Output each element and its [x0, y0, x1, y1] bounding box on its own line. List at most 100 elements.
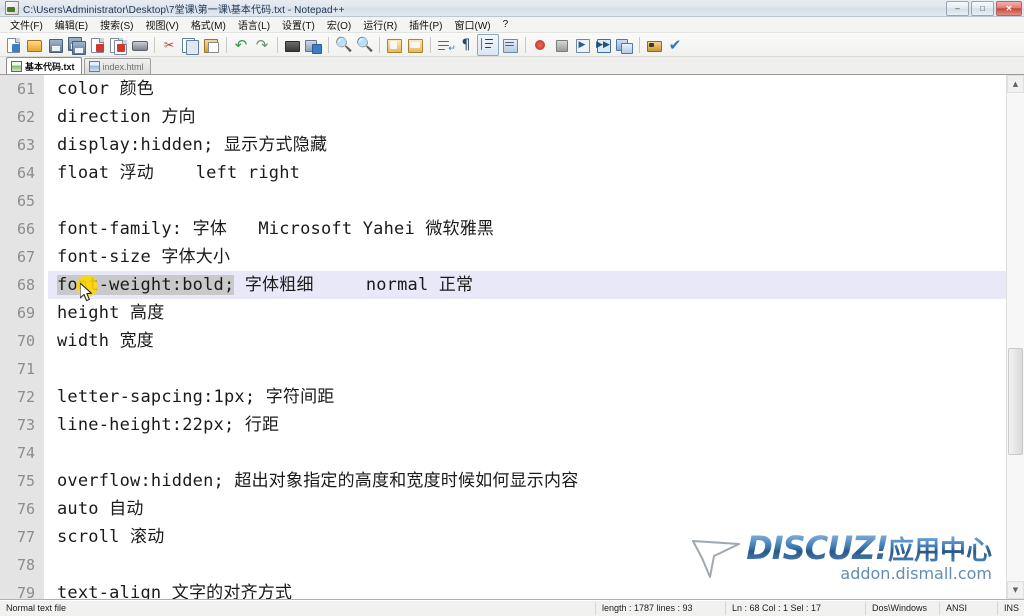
close-button[interactable]: ✕: [996, 1, 1022, 16]
word-wrap-icon: ↵: [437, 37, 456, 54]
zoom-in-button[interactable]: 🔍: [333, 35, 353, 55]
spell-check-button[interactable]: ✔: [665, 35, 685, 55]
code-line[interactable]: 74: [0, 439, 1006, 467]
menu-format[interactable]: 格式(M): [185, 16, 232, 33]
redo-button[interactable]: ↷: [252, 35, 272, 55]
menu-search[interactable]: 搜索(S): [94, 16, 139, 33]
line-text[interactable]: font-family: 字体 Microsoft Yahei 微软雅黑: [48, 215, 1006, 243]
toolbar-separator-1: [154, 36, 155, 53]
menu-view[interactable]: 视图(V): [139, 16, 184, 33]
code-line[interactable]: 75 overflow:hidden; 超出对象指定的高度和宽度时候如何显示内容: [0, 467, 1006, 495]
code-line[interactable]: 70 width 宽度: [0, 327, 1006, 355]
line-text[interactable]: line-height:22px; 行距: [48, 411, 1006, 439]
record-macro-button[interactable]: [530, 35, 550, 55]
code-line[interactable]: 67 font-size 字体大小: [0, 243, 1006, 271]
user-defined-dialog-button[interactable]: [500, 35, 520, 55]
line-text[interactable]: [48, 439, 1006, 467]
line-text[interactable]: letter-sapcing:1px; 字符间距: [48, 383, 1006, 411]
new-file-button[interactable]: [3, 35, 23, 55]
menu-macro[interactable]: 宏(O): [321, 16, 357, 33]
line-text[interactable]: width 宽度: [48, 327, 1006, 355]
run-button[interactable]: [644, 35, 664, 55]
menu-settings[interactable]: 设置(T): [276, 16, 321, 33]
editor-area: 61 color 颜色 62 direction 方向 63 display:h…: [0, 75, 1024, 600]
line-text[interactable]: overflow:hidden; 超出对象指定的高度和宽度时候如何显示内容: [48, 467, 1006, 495]
code-editor[interactable]: 61 color 颜色 62 direction 方向 63 display:h…: [0, 75, 1006, 599]
code-line[interactable]: 69 height 高度: [0, 299, 1006, 327]
tab-basic-code-txt[interactable]: 基本代码.txt: [6, 57, 82, 74]
code-line[interactable]: 64 float 浮动 left right: [0, 159, 1006, 187]
copy-button[interactable]: [180, 35, 200, 55]
save-macro-button[interactable]: [614, 35, 634, 55]
line-text[interactable]: [48, 187, 1006, 215]
menu-file[interactable]: 文件(F): [4, 16, 49, 33]
cut-button[interactable]: ✂: [159, 35, 179, 55]
sync-horizontal-scroll-button[interactable]: [405, 35, 425, 55]
playback-macro-button[interactable]: ▶: [572, 35, 592, 55]
show-all-characters-button[interactable]: ¶: [456, 35, 476, 55]
vertical-scrollbar[interactable]: ▲ ▼: [1006, 75, 1024, 599]
replace-button[interactable]: [303, 35, 323, 55]
stop-macro-button[interactable]: [551, 35, 571, 55]
menu-language[interactable]: 语言(L): [232, 16, 276, 33]
run-macro-multiple-button[interactable]: ▶▶: [593, 35, 613, 55]
line-text[interactable]: auto 自动: [48, 495, 1006, 523]
close-file-button[interactable]: [87, 35, 107, 55]
tab-index-html[interactable]: index.html: [83, 58, 151, 74]
code-line[interactable]: 65: [0, 187, 1006, 215]
line-text[interactable]: display:hidden; 显示方式隐藏: [48, 131, 1006, 159]
line-number: 73: [0, 411, 44, 439]
scroll-down-arrow-icon[interactable]: ▼: [1007, 581, 1024, 599]
line-number: 64: [0, 159, 44, 187]
vertical-scroll-thumb[interactable]: [1008, 348, 1023, 455]
zoom-out-button[interactable]: 🔍: [354, 35, 374, 55]
line-text[interactable]: color 颜色: [48, 75, 1006, 103]
line-text[interactable]: font-weight:bold; 字体粗细 normal 正常: [48, 271, 1006, 299]
sync-vertical-scroll-button[interactable]: [384, 35, 404, 55]
line-text-plain: font-family: 字体 Microsoft Yahei 微软雅黑: [57, 219, 495, 239]
line-text[interactable]: height 高度: [48, 299, 1006, 327]
code-line[interactable]: 71: [0, 355, 1006, 383]
line-text[interactable]: [48, 355, 1006, 383]
line-text-plain: scroll 滚动: [57, 527, 165, 547]
line-text[interactable]: scroll 滚动: [48, 523, 1006, 551]
line-text[interactable]: text-align 文字的对齐方式: [48, 579, 1006, 599]
copy-icon: [182, 37, 199, 55]
code-line[interactable]: 78: [0, 551, 1006, 579]
menu-plugins[interactable]: 插件(P): [403, 16, 448, 33]
undo-button[interactable]: ↶: [231, 35, 251, 55]
code-line-current[interactable]: 68 font-weight:bold; 字体粗细 normal 正常: [0, 271, 1006, 299]
line-text[interactable]: [48, 551, 1006, 579]
code-line[interactable]: 76 auto 自动: [0, 495, 1006, 523]
code-line[interactable]: 66 font-family: 字体 Microsoft Yahei 微软雅黑: [0, 215, 1006, 243]
menu-run[interactable]: 运行(R): [357, 16, 403, 33]
find-button[interactable]: [282, 35, 302, 55]
print-button[interactable]: [129, 35, 149, 55]
line-text[interactable]: direction 方向: [48, 103, 1006, 131]
open-file-button[interactable]: [24, 35, 44, 55]
scroll-up-arrow-icon[interactable]: ▲: [1007, 75, 1024, 93]
indent-guideline-button[interactable]: [477, 33, 499, 56]
code-line[interactable]: 77 scroll 滚动: [0, 523, 1006, 551]
selected-text[interactable]: font-weight:bold;: [57, 275, 235, 295]
word-wrap-button[interactable]: ↵: [435, 35, 456, 55]
code-line[interactable]: 62 direction 方向: [0, 103, 1006, 131]
menu-window[interactable]: 窗口(W): [449, 16, 497, 33]
code-line[interactable]: 72 letter-sapcing:1px; 字符间距: [0, 383, 1006, 411]
minimize-button[interactable]: –: [946, 1, 969, 16]
paste-button[interactable]: [201, 35, 221, 55]
code-line[interactable]: 79 text-align 文字的对齐方式: [0, 579, 1006, 599]
menu-edit[interactable]: 编辑(E): [49, 16, 94, 33]
save-all-button[interactable]: [66, 35, 86, 55]
code-line[interactable]: 61 color 颜色: [0, 75, 1006, 103]
code-line[interactable]: 73 line-height:22px; 行距: [0, 411, 1006, 439]
code-line[interactable]: 63 display:hidden; 显示方式隐藏: [0, 131, 1006, 159]
save-button[interactable]: [45, 35, 65, 55]
close-all-files-button[interactable]: [108, 35, 128, 55]
maximize-button[interactable]: □: [971, 1, 994, 16]
menu-help[interactable]: ?: [497, 18, 515, 31]
vertical-scroll-track[interactable]: [1007, 93, 1024, 581]
save-all-icon: [68, 36, 86, 55]
line-text[interactable]: float 浮动 left right: [48, 159, 1006, 187]
line-text[interactable]: font-size 字体大小: [48, 243, 1006, 271]
